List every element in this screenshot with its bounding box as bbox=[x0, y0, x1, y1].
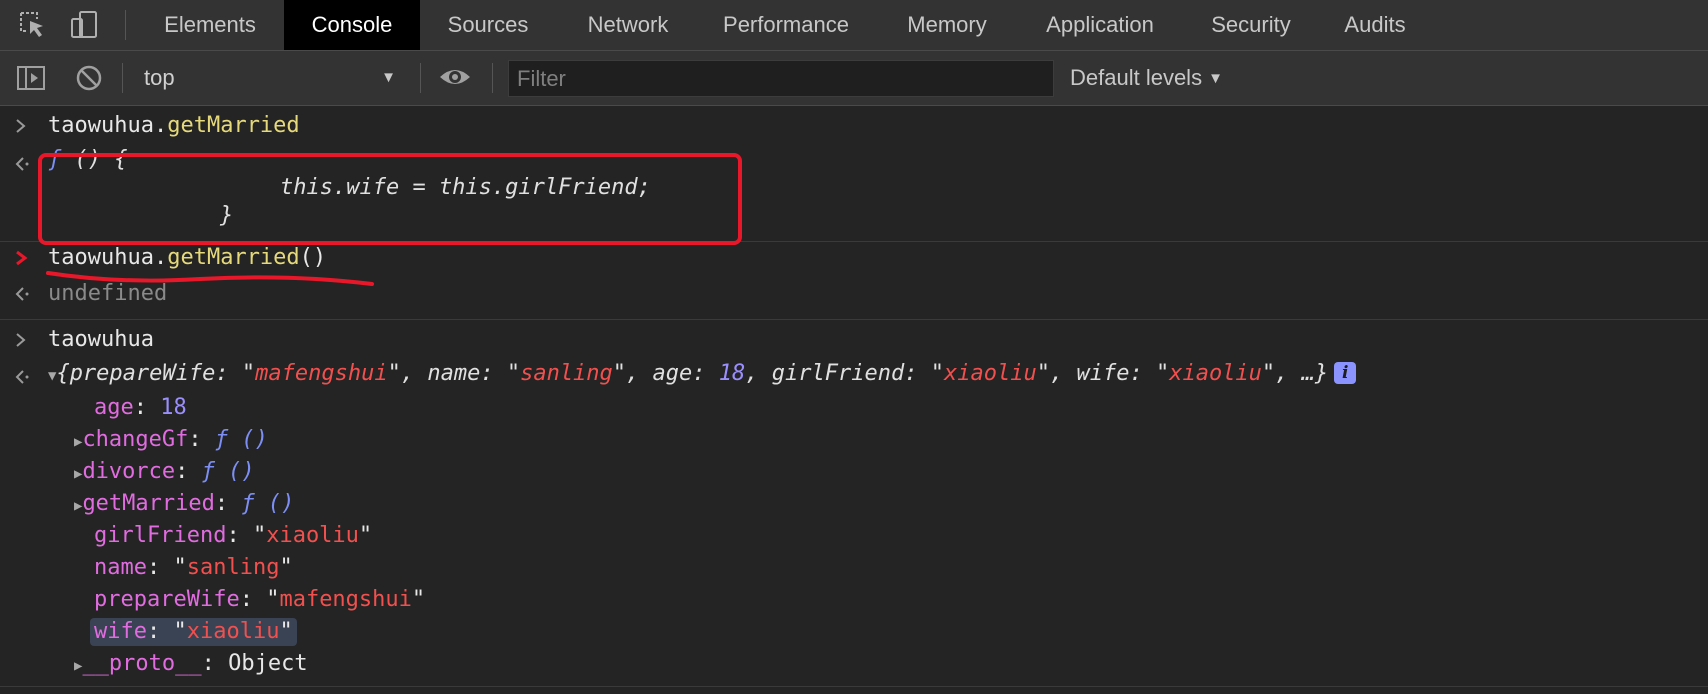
toolbar-divider bbox=[125, 10, 126, 40]
error-arrow-icon bbox=[14, 248, 34, 272]
console-result-row: undefined bbox=[0, 278, 1708, 310]
tab-application[interactable]: Application bbox=[1030, 0, 1170, 50]
property-row-age: age: 18 bbox=[94, 395, 187, 420]
tab-elements[interactable]: Elements bbox=[140, 0, 280, 50]
prompt-chevron-icon bbox=[14, 116, 34, 140]
result-value: undefined bbox=[48, 281, 168, 306]
result-arrow-icon bbox=[14, 154, 34, 178]
filter-input[interactable] bbox=[508, 60, 1054, 97]
row-separator bbox=[0, 686, 1708, 687]
dropdown-arrow-icon: ▼ bbox=[1208, 70, 1223, 87]
info-icon[interactable]: i bbox=[1334, 362, 1357, 384]
tab-audits[interactable]: Audits bbox=[1330, 0, 1420, 50]
annotation-highlight-box bbox=[38, 153, 742, 245]
property-row-prepareWife: prepareWife: "mafengshui" bbox=[94, 587, 426, 612]
object-summary[interactable]: ▼{prepareWife: "mafengshui", name: "sanl… bbox=[48, 360, 1357, 390]
console-input-row: taowuhua.getMarried bbox=[0, 106, 1708, 146]
tab-security[interactable]: Security bbox=[1196, 0, 1306, 50]
property-row-name: name: "sanling" bbox=[94, 555, 293, 580]
tab-memory[interactable]: Memory bbox=[892, 0, 1002, 50]
property-row-proto[interactable]: ▶__proto__: Object bbox=[0, 648, 1708, 680]
log-levels-label: Default levels bbox=[1070, 65, 1203, 90]
console-input-text: taowuhua.getMarried bbox=[48, 113, 300, 138]
toolbar-divider bbox=[492, 63, 493, 93]
property-row-divorce[interactable]: ▶divorce: ƒ () bbox=[0, 456, 1708, 488]
clear-console-icon[interactable] bbox=[74, 63, 104, 98]
dropdown-arrow-icon: ▼ bbox=[381, 69, 396, 86]
property-row-wife[interactable]: wife: "xiaoliu" bbox=[0, 616, 1708, 648]
object-result-row: ▼{prepareWife: "mafengshui", name: "sanl… bbox=[0, 360, 1708, 392]
live-expression-eye-icon[interactable] bbox=[438, 65, 472, 94]
property-row-getMarried[interactable]: ▶getMarried: ƒ () bbox=[0, 488, 1708, 520]
result-arrow-icon bbox=[14, 284, 34, 308]
context-selector[interactable]: top ▼ bbox=[132, 59, 404, 97]
property-row-changeGf[interactable]: ▶changeGf: ƒ () bbox=[0, 424, 1708, 456]
log-levels-dropdown[interactable]: Default levels ▼ bbox=[1070, 59, 1223, 97]
tab-console[interactable]: Console bbox=[284, 0, 420, 50]
toolbar-divider bbox=[122, 63, 123, 93]
toolbar-divider bbox=[420, 63, 421, 93]
console-input-row: taowuhua.getMarried() bbox=[0, 242, 1708, 276]
console-input-row: taowuhua bbox=[0, 320, 1708, 356]
console-input-text: taowuhua bbox=[48, 327, 154, 352]
result-arrow-icon bbox=[14, 367, 34, 391]
devtools-tab-bar: Elements Console Sources Network Perform… bbox=[0, 0, 1708, 51]
device-toolbar-icon[interactable] bbox=[70, 10, 98, 40]
sidebar-toggle-icon[interactable] bbox=[16, 64, 46, 97]
console-toolbar: top ▼ Default levels ▼ bbox=[0, 51, 1708, 106]
prompt-chevron-icon bbox=[14, 330, 34, 354]
inspect-element-icon[interactable] bbox=[18, 10, 46, 40]
tab-network[interactable]: Network bbox=[568, 0, 688, 50]
tab-performance[interactable]: Performance bbox=[708, 0, 864, 50]
console-input-text: taowuhua.getMarried() bbox=[48, 245, 327, 270]
tab-sources[interactable]: Sources bbox=[428, 0, 548, 50]
property-row-girlFriend: girlFriend: "xiaoliu" bbox=[94, 523, 373, 548]
context-value: top bbox=[144, 65, 175, 90]
